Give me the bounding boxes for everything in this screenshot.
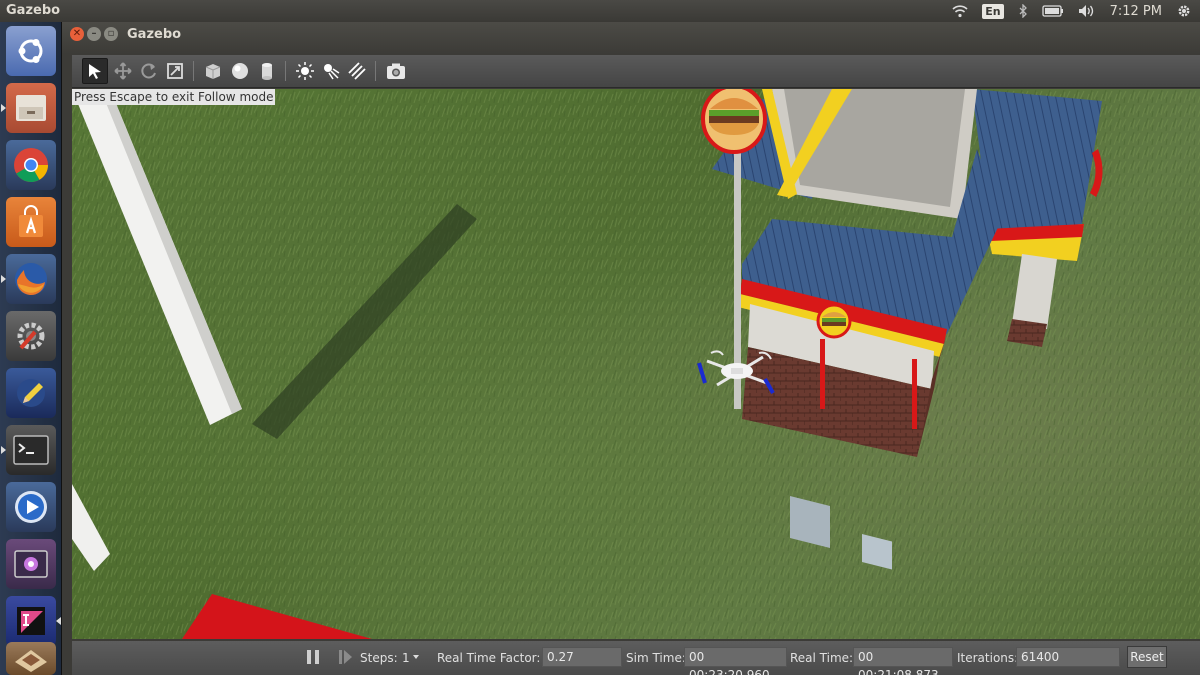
play-icon — [15, 491, 47, 523]
rotate-icon — [141, 63, 156, 79]
gazebo-launcher-button[interactable] — [6, 642, 56, 675]
box-shape-button[interactable] — [200, 58, 226, 84]
simulation-status-bar: Steps: 1 Real Time Factor: 0.27 Sim Time… — [72, 641, 1200, 675]
clock[interactable]: 7:12 PM — [1110, 4, 1162, 19]
reset-button[interactable]: Reset — [1127, 646, 1167, 668]
gazebo-toolbar — [72, 55, 1200, 88]
bluetooth-icon[interactable] — [1018, 4, 1028, 18]
settings-gear-icon[interactable] — [1176, 3, 1192, 19]
move-arrows-icon — [114, 62, 132, 80]
system-tray: En 7:12 PM — [952, 0, 1192, 22]
shopping-bag-icon — [19, 205, 43, 237]
maximize-window-button[interactable]: ▫ — [104, 27, 118, 41]
chrome-launcher-button[interactable] — [6, 140, 56, 190]
software-center-launcher-button[interactable] — [6, 197, 56, 247]
unity-launcher — [0, 22, 62, 675]
files-launcher-button[interactable] — [1, 83, 56, 133]
terminal-icon — [13, 435, 49, 465]
iterations-label: Iterations: — [957, 651, 1019, 665]
scale-mode-button[interactable] — [162, 58, 188, 84]
camera-film-icon — [14, 550, 48, 578]
wifi-icon[interactable] — [952, 4, 968, 18]
chrome-icon — [14, 148, 48, 182]
cylinder-icon — [262, 63, 272, 80]
minimize-window-button[interactable]: – — [87, 27, 101, 41]
text-editor-launcher-button[interactable] — [6, 368, 56, 418]
firefox-launcher-button[interactable] — [1, 254, 56, 304]
cylinder-shape-button[interactable] — [254, 58, 280, 84]
point-light-icon — [296, 62, 314, 80]
sim-time-value: 00 00:23:20.960 — [684, 647, 787, 675]
system-settings-launcher-button[interactable] — [6, 311, 56, 361]
toolbar-separator — [193, 61, 194, 81]
scale-icon — [167, 63, 183, 79]
follow-mode-hint: Press Escape to exit Follow mode — [72, 89, 276, 105]
box-icon — [205, 64, 221, 79]
close-window-button[interactable]: ✕ — [70, 27, 84, 41]
toolbar-separator — [375, 61, 376, 81]
real-time-label: Real Time: — [790, 651, 854, 665]
ubuntu-logo-icon — [18, 39, 43, 63]
steps-label: Steps: — [360, 651, 398, 665]
screenshot-button[interactable] — [383, 58, 409, 84]
cursor-arrow-icon — [89, 64, 101, 79]
step-button[interactable] — [337, 647, 353, 667]
pause-button[interactable] — [305, 647, 321, 667]
toolbar-separator — [285, 61, 286, 81]
real-time-factor-value: 0.27 — [542, 647, 622, 667]
spot-light-icon — [324, 64, 340, 80]
real-time-factor-label: Real Time Factor: — [437, 651, 541, 665]
top-panel: Gazebo En 7:12 PM — [0, 0, 1200, 22]
active-app-title: Gazebo — [6, 3, 61, 18]
firefox-icon — [15, 263, 47, 296]
iterations-value: 61400 — [1016, 647, 1120, 667]
sphere-shape-button[interactable] — [227, 58, 253, 84]
pause-icon — [307, 650, 319, 664]
screenshot-tool-launcher-button[interactable] — [6, 539, 56, 589]
3d-viewport[interactable]: Press Escape to exit Follow mode — [72, 89, 1200, 639]
step-forward-icon — [339, 650, 352, 664]
directional-light-button[interactable] — [344, 58, 370, 84]
steps-value[interactable]: 1 — [402, 651, 410, 665]
ide-launcher-button[interactable] — [6, 596, 61, 646]
pencil-icon — [17, 379, 45, 407]
scene-render — [72, 89, 1200, 639]
battery-icon[interactable] — [1041, 5, 1064, 17]
directional-light-icon — [348, 62, 366, 80]
file-cabinet-icon — [16, 95, 46, 121]
point-light-button[interactable] — [292, 58, 318, 84]
spot-light-button[interactable] — [318, 58, 344, 84]
camera-icon — [387, 63, 405, 79]
steps-dropdown-icon[interactable] — [413, 655, 419, 659]
sim-time-label: Sim Time: — [626, 651, 686, 665]
sphere-icon — [232, 63, 248, 79]
terminal-launcher-button[interactable] — [1, 425, 56, 475]
ubuntu-dash-button[interactable] — [6, 26, 56, 76]
select-mode-button[interactable] — [82, 58, 108, 84]
ide-icon — [17, 607, 45, 635]
translate-mode-button[interactable] — [110, 58, 136, 84]
window-titlebar[interactable]: ✕ – ▫ Gazebo — [62, 22, 1200, 54]
keyboard-language-indicator[interactable]: En — [982, 3, 1004, 19]
wrench-gear-icon — [17, 322, 45, 350]
volume-icon[interactable] — [1078, 4, 1096, 18]
media-player-launcher-button[interactable] — [6, 482, 56, 532]
gazebo-icon — [15, 649, 47, 672]
rotate-mode-button[interactable] — [136, 58, 162, 84]
real-time-value: 00 00:21:08.873 — [853, 647, 953, 675]
window-title: Gazebo — [127, 27, 182, 42]
